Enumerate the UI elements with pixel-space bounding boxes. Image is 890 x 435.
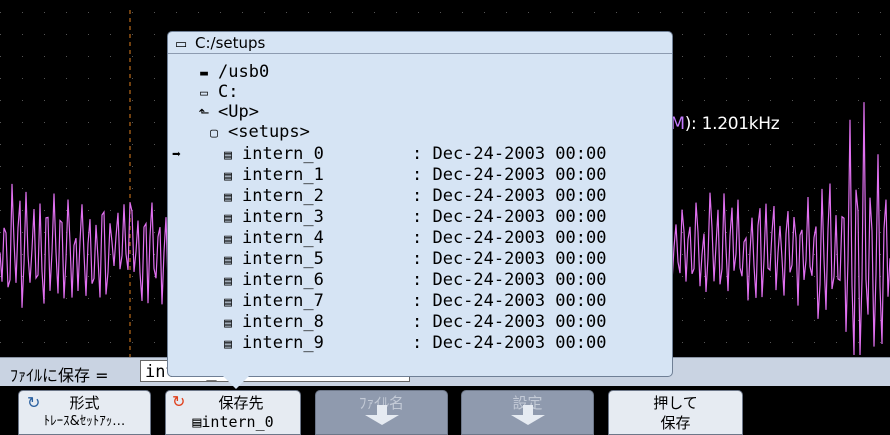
file-icon: ▤ [224,295,232,310]
file-icon: ▤ [224,211,232,226]
file-name: intern_3 [242,207,324,227]
file-row[interactable]: ▤ intern_6 : Dec-24-2003 00:00 [168,270,672,290]
press-to-save-softkey[interactable]: 押して 保存 [608,390,743,435]
file-row[interactable]: ➡ ▤ intern_0 : Dec-24-2003 00:00 [168,144,672,164]
file-date: : Dec-24-2003 00:00 [412,333,607,353]
save-destination-title: 保存先 [218,394,264,412]
file-date: : Dec-24-2003 00:00 [412,228,607,248]
arrow-down-icon [364,405,399,425]
save-to-file-label: ﾌｧｲﾙに保存 = [10,366,109,385]
file-name: intern_9 [242,333,324,353]
file-row[interactable]: ▤ intern_8 : Dec-24-2003 00:00 [168,312,672,332]
file-icon: ▤ [224,169,232,184]
filename-softkey[interactable]: ﾌｧｲﾙ名 [315,390,448,435]
format-value: ﾄﾚｰｽ&ｾｯﾄｱｯ… [43,414,126,429]
dialog-title: ▭ C:/setups [168,32,672,54]
file-icon: ▤ [224,190,232,205]
file-name: intern_2 [242,186,324,206]
format-softkey[interactable]: ↻ 形式 ﾄﾚｰｽ&ｾｯﾄｱｯ… [18,390,151,435]
file-name: intern_0 [242,144,324,164]
press-to-save-title: 押して [653,394,698,412]
file-name: intern_8 [242,312,324,332]
tree-item-up[interactable]: ⬑ <Up> [196,102,259,122]
file-date: : Dec-24-2003 00:00 [412,186,607,206]
file-icon: ▤ [224,274,232,289]
file-name: intern_4 [242,228,324,248]
file-icon: ▤ [224,232,232,247]
drive-icon: ▭ [174,37,188,52]
file-date: : Dec-24-2003 00:00 [412,312,607,332]
usb-icon: ▬ [200,66,208,81]
file-date: : Dec-24-2003 00:00 [412,249,607,269]
file-browser-dialog: ▭ C:/setups ▬/usb0 ▭ C: ⬑ <Up> ▢ <setups> ➡ ▤… [167,31,673,377]
file-row[interactable]: ▤ intern_4 : Dec-24-2003 00:00 [168,228,672,248]
file-row[interactable]: ▤ intern_3 : Dec-24-2003 00:00 [168,207,672,227]
settings-softkey[interactable]: 設定 [461,390,594,435]
file-name: intern_1 [242,165,324,185]
file-date: : Dec-24-2003 00:00 [412,270,607,290]
selection-arrow-icon: ➡ [172,145,182,163]
file-date: : Dec-24-2003 00:00 [412,291,607,311]
file-name: intern_5 [242,249,324,269]
arrow-down-icon [510,405,545,425]
rotate-knob-active-icon: ↻ [172,392,186,411]
file-name: intern_7 [242,291,324,311]
file-row[interactable]: ▤ intern_1 : Dec-24-2003 00:00 [168,165,672,185]
tree-item-usb[interactable]: ▬/usb0 [196,62,269,82]
press-to-save-sub: 保存 [660,414,691,432]
file-date: : Dec-24-2003 00:00 [412,165,607,185]
file-date: : Dec-24-2003 00:00 [412,144,607,164]
dialog-pointer [222,375,250,389]
file-date: : Dec-24-2003 00:00 [412,207,607,227]
folder-open-icon: ▢ [210,126,218,141]
tree-item-drive[interactable]: ▭ C: [196,82,238,102]
frequency-measurement: (M): 1.201kHz [664,114,780,134]
folder-up-icon: ⬑ [198,106,210,121]
softkey-bar: ↻ 形式 ﾄﾚｰｽ&ｾｯﾄｱｯ… ↻ 保存先 ▤intern_0 ﾌｧｲﾙ名 設… [0,386,890,435]
drive-icon: ▭ [200,86,208,101]
rotate-knob-icon: ↻ [27,393,41,412]
file-icon: ▤ [224,148,232,163]
file-row[interactable]: ▤ intern_5 : Dec-24-2003 00:00 [168,249,672,269]
file-row[interactable]: ▤ intern_9 : Dec-24-2003 00:00 [168,333,672,353]
file-icon: ▤ [224,337,232,352]
save-destination-value: ▤intern_0 [192,413,274,431]
file-icon: ▤ [224,316,232,331]
file-name: intern_6 [242,270,324,290]
file-row[interactable]: ▤ intern_7 : Dec-24-2003 00:00 [168,291,672,311]
file-row[interactable]: ▤ intern_2 : Dec-24-2003 00:00 [168,186,672,206]
save-destination-softkey[interactable]: ↻ 保存先 ▤intern_0 [165,390,301,435]
file-icon: ▤ [224,253,232,268]
tree-item-folder[interactable]: ▢ <setups> [206,122,310,142]
